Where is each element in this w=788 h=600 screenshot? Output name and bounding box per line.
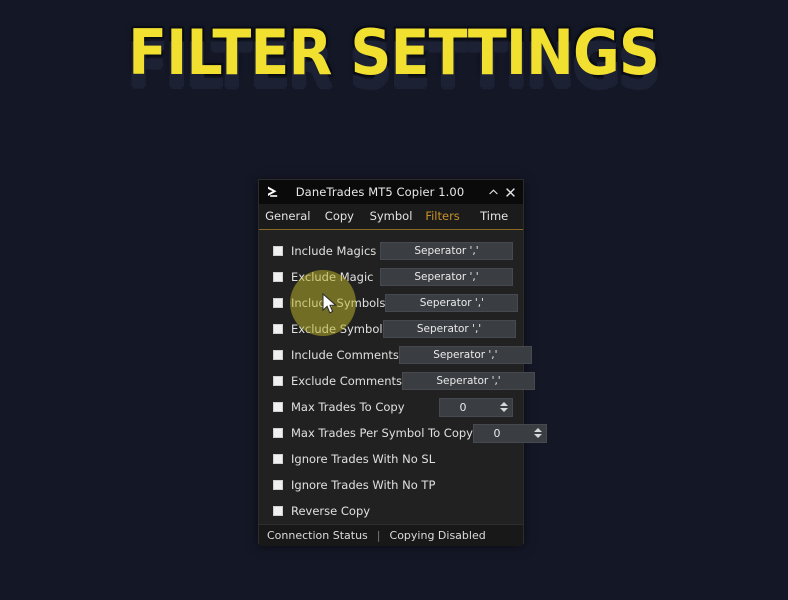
page-title: FILTER SETTINGS bbox=[128, 16, 661, 89]
spinner-down-icon[interactable] bbox=[500, 408, 508, 412]
checkbox-exclude-comments[interactable] bbox=[273, 376, 283, 386]
spinner-max-trades-to-copy bbox=[498, 399, 512, 416]
collapse-window-button[interactable] bbox=[485, 183, 502, 201]
label-exclude-comments: Exclude Comments bbox=[291, 374, 403, 388]
input-exclude-symbol[interactable]: Seperator ',' bbox=[382, 320, 516, 338]
tab-time[interactable]: Time bbox=[468, 204, 520, 229]
connection-status-label: Connection Status bbox=[267, 529, 368, 542]
input-include-comments[interactable]: Seperator ',' bbox=[398, 346, 532, 364]
checkbox-include-magics[interactable] bbox=[273, 246, 283, 256]
window-titlebar: DaneTrades MT5 Copier 1.00 bbox=[259, 180, 523, 204]
row-max-trades-to-copy: Max Trades To Copy 0 bbox=[267, 394, 515, 420]
label-max-trades-to-copy: Max Trades To Copy bbox=[291, 400, 405, 414]
input-exclude-comments[interactable]: Seperator ',' bbox=[402, 372, 536, 390]
page-banner: FILTER SETTINGS bbox=[0, 0, 788, 130]
row-include-magics: Include Magics Seperator ',' bbox=[267, 238, 515, 264]
row-include-symbols: Include Symbols Seperator ',' bbox=[267, 290, 519, 316]
value-max-trades-to-copy[interactable]: 0 bbox=[440, 401, 498, 414]
checkbox-ignore-no-sl[interactable] bbox=[273, 454, 283, 464]
checkbox-include-symbols[interactable] bbox=[273, 298, 283, 308]
tab-copy[interactable]: Copy bbox=[314, 204, 366, 229]
row-exclude-comments: Exclude Comments Seperator ',' bbox=[267, 368, 536, 394]
app-window: DaneTrades MT5 Copier 1.00 General Copy … bbox=[258, 179, 547, 546]
stepper-max-trades-per-symbol[interactable]: 0 bbox=[472, 423, 547, 443]
spinner-up-icon[interactable] bbox=[533, 428, 542, 432]
tab-bar: General Copy Symbol Filters Time bbox=[259, 204, 523, 230]
label-reverse-copy: Reverse Copy bbox=[291, 504, 371, 518]
input-include-symbols[interactable]: Seperator ',' bbox=[385, 294, 519, 312]
input-include-magics[interactable]: Seperator ',' bbox=[380, 242, 513, 260]
tab-symbol[interactable]: Symbol bbox=[365, 204, 417, 229]
row-reverse-copy: Reverse Copy bbox=[267, 498, 515, 524]
row-include-comments: Include Comments Seperator ',' bbox=[267, 342, 532, 368]
row-exclude-symbol: Exclude Symbol Seperator ',' bbox=[267, 316, 516, 342]
checkbox-max-trades-per-symbol[interactable] bbox=[273, 428, 283, 438]
spinner-up-icon[interactable] bbox=[500, 402, 508, 406]
checkbox-exclude-magic[interactable] bbox=[273, 272, 283, 282]
status-divider: | bbox=[376, 529, 381, 542]
checkbox-ignore-no-tp[interactable] bbox=[273, 480, 283, 490]
checkbox-include-comments[interactable] bbox=[273, 350, 283, 360]
window-title-text: DaneTrades MT5 Copier 1.00 bbox=[295, 185, 465, 199]
tab-filters[interactable]: Filters bbox=[417, 204, 469, 229]
copy-state-label: Copying Disabled bbox=[389, 529, 486, 542]
label-ignore-no-sl: Ignore Trades With No SL bbox=[291, 452, 436, 466]
row-ignore-no-sl: Ignore Trades With No SL bbox=[267, 446, 515, 472]
label-include-magics: Include Magics bbox=[291, 244, 377, 258]
label-ignore-no-tp: Ignore Trades With No TP bbox=[291, 478, 436, 492]
row-ignore-no-tp: Ignore Trades With No TP bbox=[267, 472, 515, 498]
filters-panel: Include Magics Seperator ',' Exclude Mag… bbox=[259, 230, 547, 524]
input-exclude-magic[interactable]: Seperator ',' bbox=[380, 268, 513, 286]
chevron-right-logo-icon bbox=[265, 184, 281, 200]
label-exclude-magic: Exclude Magic bbox=[291, 270, 374, 284]
stepper-max-trades-to-copy[interactable]: 0 bbox=[439, 397, 513, 417]
label-exclude-symbol: Exclude Symbol bbox=[291, 322, 383, 336]
value-max-trades-per-symbol[interactable]: 0 bbox=[474, 427, 532, 440]
row-max-trades-per-symbol: Max Trades Per Symbol To Copy 0 bbox=[267, 420, 547, 446]
label-max-trades-per-symbol: Max Trades Per Symbol To Copy bbox=[291, 426, 473, 440]
label-include-comments: Include Comments bbox=[291, 348, 399, 362]
checkbox-exclude-symbol[interactable] bbox=[273, 324, 283, 334]
status-bar: Connection Status | Copying Disabled bbox=[259, 524, 523, 546]
row-exclude-magic: Exclude Magic Seperator ',' bbox=[267, 264, 515, 290]
label-include-symbols: Include Symbols bbox=[291, 296, 386, 310]
checkbox-reverse-copy[interactable] bbox=[273, 506, 283, 516]
checkbox-max-trades-to-copy[interactable] bbox=[273, 402, 283, 412]
close-window-button[interactable] bbox=[502, 183, 519, 201]
tab-general[interactable]: General bbox=[262, 204, 314, 229]
spinner-down-icon[interactable] bbox=[533, 434, 542, 438]
spinner-max-trades-per-symbol bbox=[532, 425, 546, 442]
